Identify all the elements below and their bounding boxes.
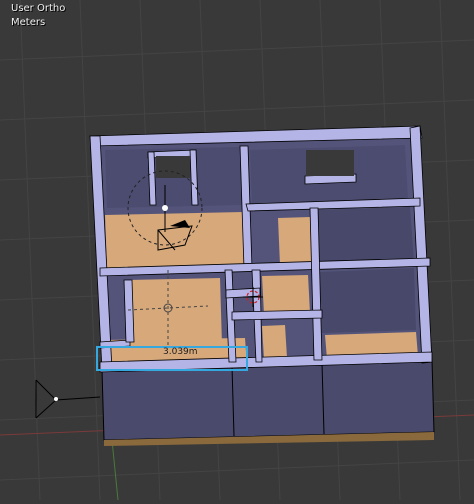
house-model[interactable] [89, 125, 435, 446]
sun-lamp-icon[interactable] [35, 379, 101, 419]
window-opening [156, 156, 190, 178]
3d-viewport[interactable]: User Ortho Meters 3.039m [0, 0, 474, 501]
view-name-label: User Ortho [11, 3, 66, 14]
y-axis-line [111, 439, 119, 501]
window-opening [306, 150, 354, 176]
measurement-label: 3.039m [163, 347, 198, 357]
units-label: Meters [11, 17, 46, 28]
scene-canvas[interactable] [0, 0, 474, 501]
